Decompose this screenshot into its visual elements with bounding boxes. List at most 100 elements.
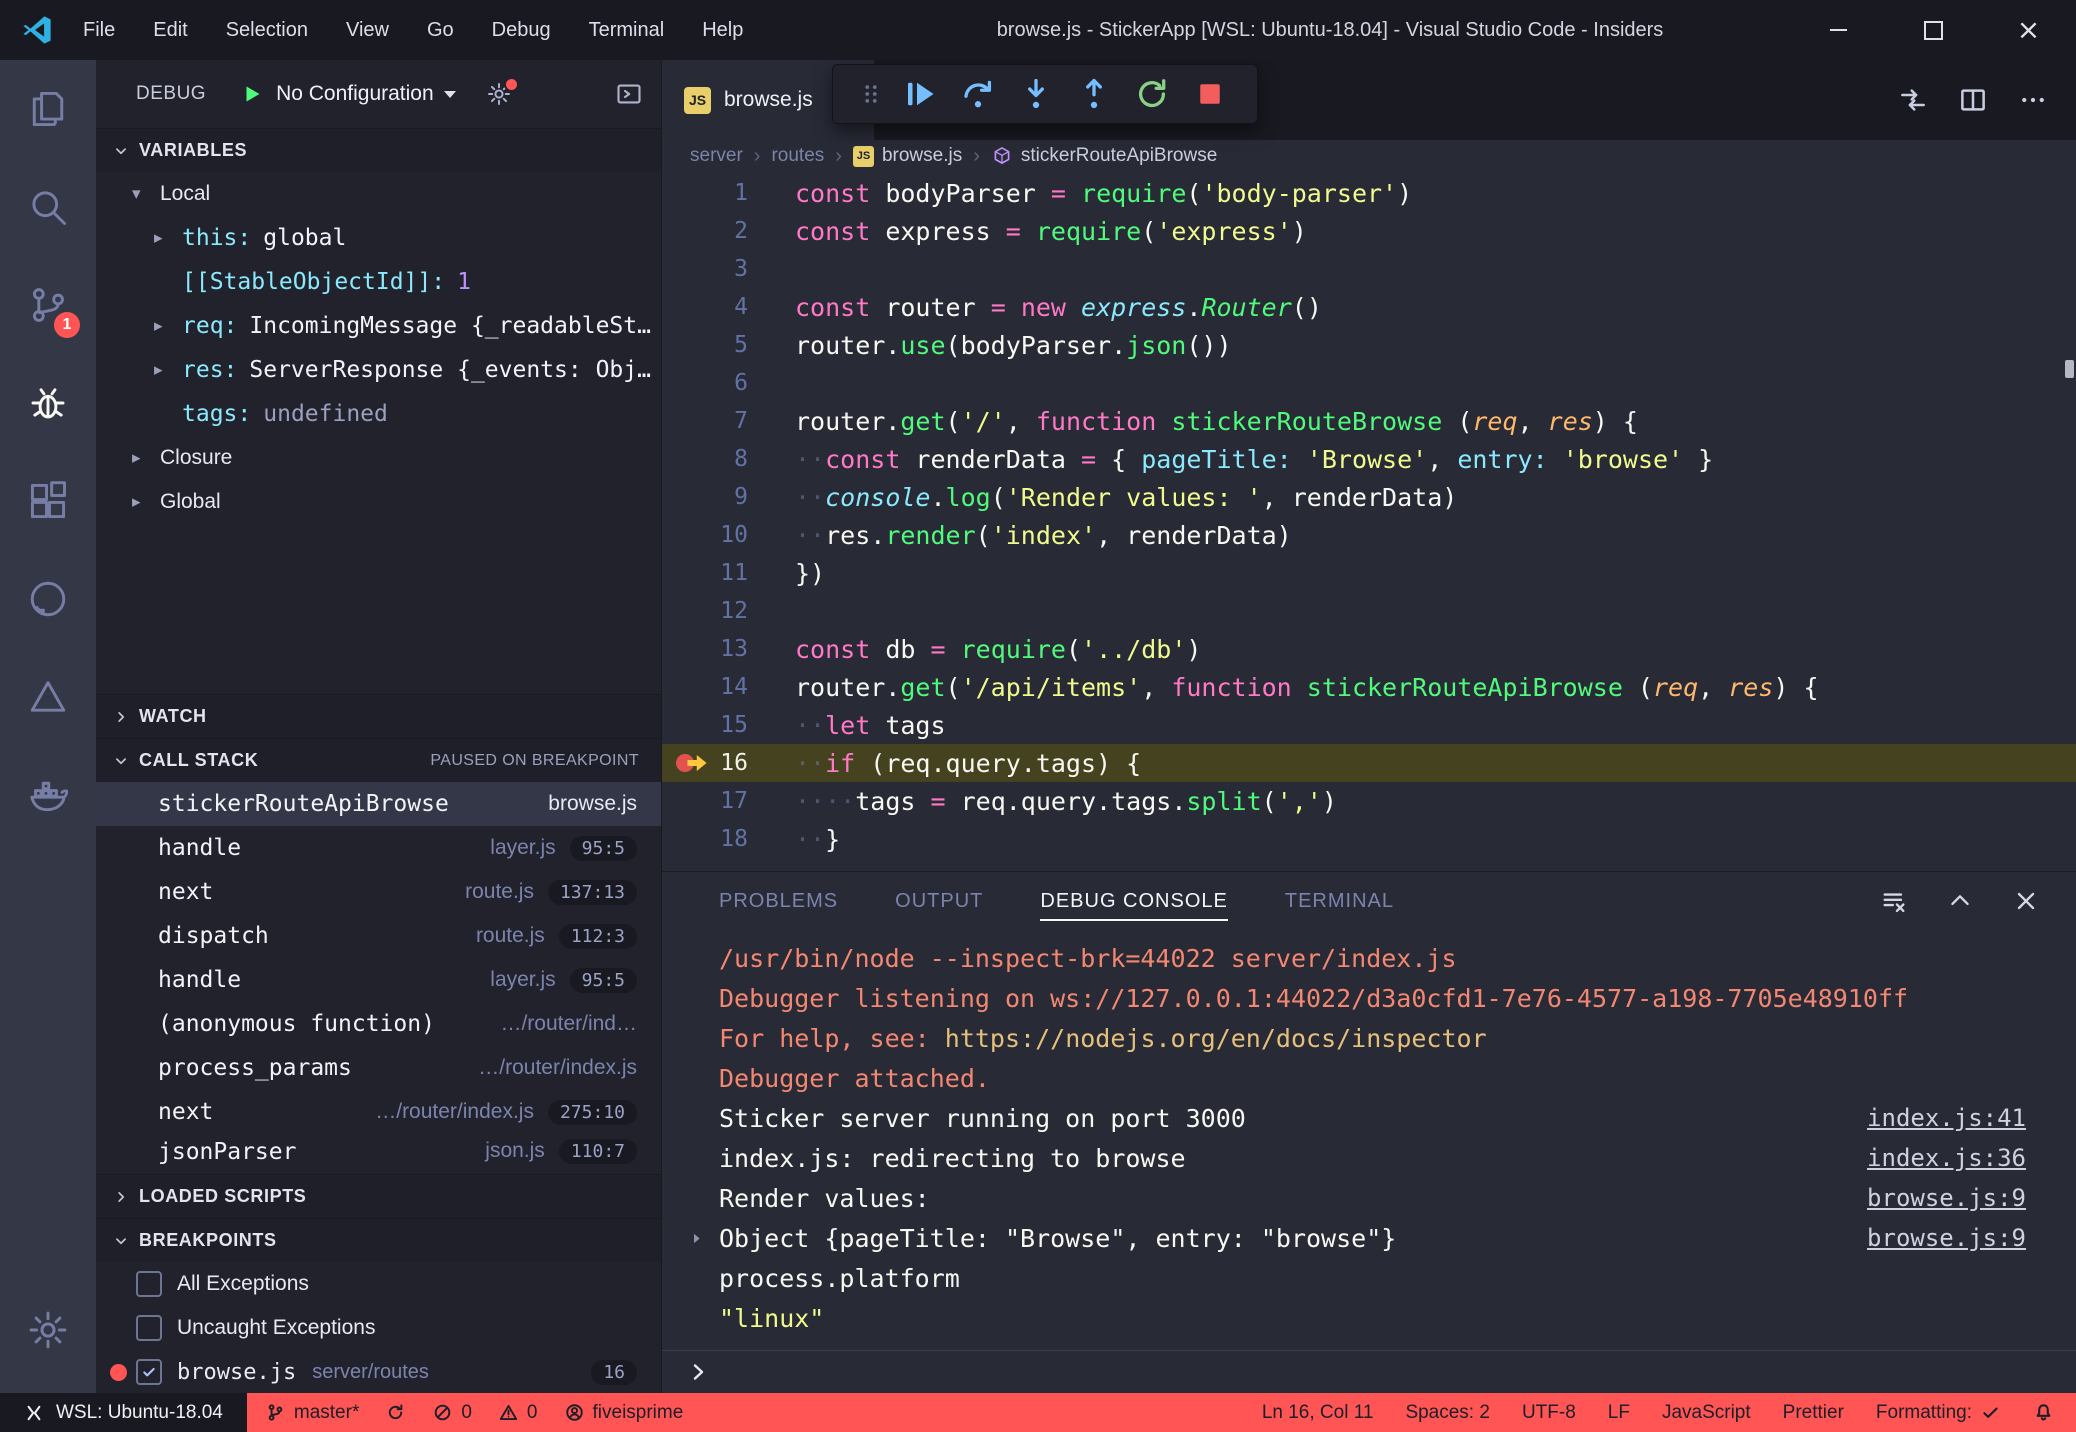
panel-tab-problems[interactable]: PROBLEMS — [719, 872, 838, 930]
status-indentation[interactable]: Spaces: 2 — [1405, 1402, 1490, 1424]
scope-closure[interactable]: ▸ Closure — [96, 436, 661, 480]
code-line-11[interactable]: 11}) — [662, 554, 2076, 592]
checkbox[interactable] — [136, 1271, 162, 1297]
stop-button[interactable] — [1184, 70, 1236, 118]
breakpoints-section-header[interactable]: BREAKPOINTS — [96, 1218, 661, 1262]
status-formatting-status[interactable]: Formatting: — [1876, 1402, 2001, 1424]
line-number[interactable]: 8 — [662, 446, 795, 472]
variable-req[interactable]: ▸ req: IncomingMessage {_readableSt… — [96, 304, 661, 348]
menu-edit[interactable]: Edit — [134, 19, 206, 42]
scrollbar-thumb[interactable] — [2065, 360, 2074, 378]
status-eol[interactable]: LF — [1608, 1402, 1630, 1424]
chevron-up-button[interactable] — [1946, 887, 1974, 915]
activity-settings[interactable] — [0, 1281, 96, 1379]
menu-help[interactable]: Help — [683, 19, 762, 42]
open-debug-console-button[interactable] — [615, 80, 643, 108]
source-location-link[interactable]: index.js:36 — [1867, 1144, 2026, 1172]
code-line-6[interactable]: 6 — [662, 364, 2076, 402]
close-button[interactable]: × — [1981, 0, 2076, 60]
activity-explorer[interactable] — [0, 60, 96, 158]
scope-local[interactable]: ▾ Local — [96, 172, 661, 216]
line-number[interactable]: 2 — [662, 218, 795, 244]
stack-frame-jsonparser[interactable]: jsonParser json.js 110:7 — [96, 1134, 661, 1174]
step-out-button[interactable] — [1068, 70, 1120, 118]
close-button[interactable] — [2012, 887, 2040, 915]
code-line-12[interactable]: 12 — [662, 592, 2076, 630]
breadcrumb-browse-js[interactable]: JS browse.js — [852, 145, 962, 167]
menu-file[interactable]: File — [64, 19, 134, 42]
restart-button[interactable] — [1126, 70, 1178, 118]
line-number[interactable]: 15 — [662, 712, 795, 738]
menu-terminal[interactable]: Terminal — [570, 19, 684, 42]
call-stack-section-header[interactable]: CALL STACK PAUSED ON BREAKPOINT — [96, 738, 661, 782]
stack-frame-handle[interactable]: handle layer.js 95:5 — [96, 958, 661, 1002]
code-line-1[interactable]: 1 const bodyParser = require('body-parser… — [662, 174, 2076, 212]
start-debug-button[interactable] — [240, 82, 264, 106]
stack-frame-next[interactable]: next route.js 137:13 — [96, 870, 661, 914]
activity-search[interactable] — [0, 158, 96, 256]
activity-docker[interactable] — [0, 746, 96, 844]
line-number[interactable]: 9 — [662, 484, 795, 510]
code-line-7[interactable]: 7 router.get('/', function stickerRouteBr… — [662, 402, 2076, 440]
breakpoint-browse-js[interactable]: browse.js server/routes 16 — [96, 1350, 661, 1393]
menu-debug[interactable]: Debug — [473, 19, 570, 42]
line-number[interactable]: 6 — [662, 370, 795, 396]
line-number[interactable]: 4 — [662, 294, 795, 320]
code-line-10[interactable]: 10 ··res.render('index', renderData) — [662, 516, 2076, 554]
line-number[interactable]: 13 — [662, 636, 795, 662]
status-formatter[interactable]: Prettier — [1783, 1402, 1844, 1424]
status-account[interactable]: fiveisprime — [564, 1402, 683, 1424]
code-line-15[interactable]: 15 ··let tags — [662, 706, 2076, 744]
code-line-18[interactable]: 18 ··} — [662, 820, 2076, 858]
variable-stableobjectid[interactable]: [[StableObjectId]]: 1 — [96, 260, 661, 304]
watch-section-header[interactable]: WATCH — [96, 694, 661, 738]
stack-frame-dispatch[interactable]: dispatch route.js 112:3 — [96, 914, 661, 958]
line-number[interactable]: 10 — [662, 522, 795, 548]
code-line-13[interactable]: 13 const db = require('../db') — [662, 630, 2076, 668]
stack-frame-anonymous-function[interactable]: (anonymous function) …/router/ind… — [96, 1002, 661, 1046]
checkbox[interactable] — [136, 1359, 162, 1385]
line-number[interactable]: 17 — [662, 788, 795, 814]
step-into-button[interactable] — [1010, 70, 1062, 118]
stack-frame-next[interactable]: next …/router/index.js 275:10 — [96, 1090, 661, 1134]
code-line-14[interactable]: 14 router.get('/api/items', function stic… — [662, 668, 2076, 706]
line-number[interactable]: 1 — [662, 180, 795, 206]
checkbox[interactable] — [136, 1315, 162, 1341]
activity-debug[interactable] — [0, 354, 96, 452]
source-location-link[interactable]: browse.js:9 — [1867, 1224, 2026, 1252]
line-number[interactable]: 12 — [662, 598, 795, 624]
code-line-9[interactable]: 9 ··console.log('Render values: ', render… — [662, 478, 2076, 516]
code-line-16[interactable]: 16 ··if (req.query.tags) { — [662, 744, 2076, 782]
status-errors[interactable]: 0 — [432, 1402, 472, 1424]
loaded-scripts-section-header[interactable]: LOADED SCRIPTS — [96, 1174, 661, 1218]
remote-indicator[interactable]: WSL: Ubuntu-18.04 — [0, 1393, 247, 1432]
breakpoint-all-exceptions[interactable]: All Exceptions — [96, 1262, 661, 1306]
status-language-mode[interactable]: JavaScript — [1662, 1402, 1751, 1424]
breadcrumb-routes[interactable]: routes — [771, 145, 824, 167]
status-encoding[interactable]: UTF-8 — [1522, 1402, 1576, 1424]
clear-console-button[interactable] — [1880, 887, 1908, 915]
stack-frame-stickerrouteapibrowse[interactable]: stickerRouteApiBrowse browse.js — [96, 782, 661, 826]
code-line-17[interactable]: 17 ····tags = req.query.tags.split(',') — [662, 782, 2076, 820]
activity-github[interactable] — [0, 550, 96, 648]
open-changes-button[interactable] — [1898, 85, 1928, 115]
source-location-link[interactable]: index.js:41 — [1867, 1104, 2026, 1132]
activity-extensions[interactable] — [0, 452, 96, 550]
code-line-5[interactable]: 5 router.use(bodyParser.json()) — [662, 326, 2076, 364]
line-number[interactable]: 3 — [662, 256, 795, 282]
breadcrumb-server[interactable]: server — [690, 145, 743, 167]
continue-button[interactable] — [894, 70, 946, 118]
activity-source-control[interactable]: 1 — [0, 256, 96, 354]
line-number[interactable]: 11 — [662, 560, 795, 586]
line-number[interactable]: 7 — [662, 408, 795, 434]
status-sync[interactable] — [385, 1402, 406, 1423]
menu-view[interactable]: View — [327, 19, 408, 42]
configure-gear-button[interactable] — [486, 77, 519, 107]
variables-section-header[interactable]: VARIABLES — [96, 128, 661, 172]
minimize-button[interactable] — [1791, 0, 1886, 60]
scope-global[interactable]: ▸ Global — [96, 480, 661, 524]
more-actions-button[interactable] — [2018, 85, 2048, 115]
split-editor-button[interactable] — [1958, 85, 1988, 115]
breakpoint-uncaught-exceptions[interactable]: Uncaught Exceptions — [96, 1306, 661, 1350]
panel-tab-terminal[interactable]: TERMINAL — [1285, 872, 1394, 930]
